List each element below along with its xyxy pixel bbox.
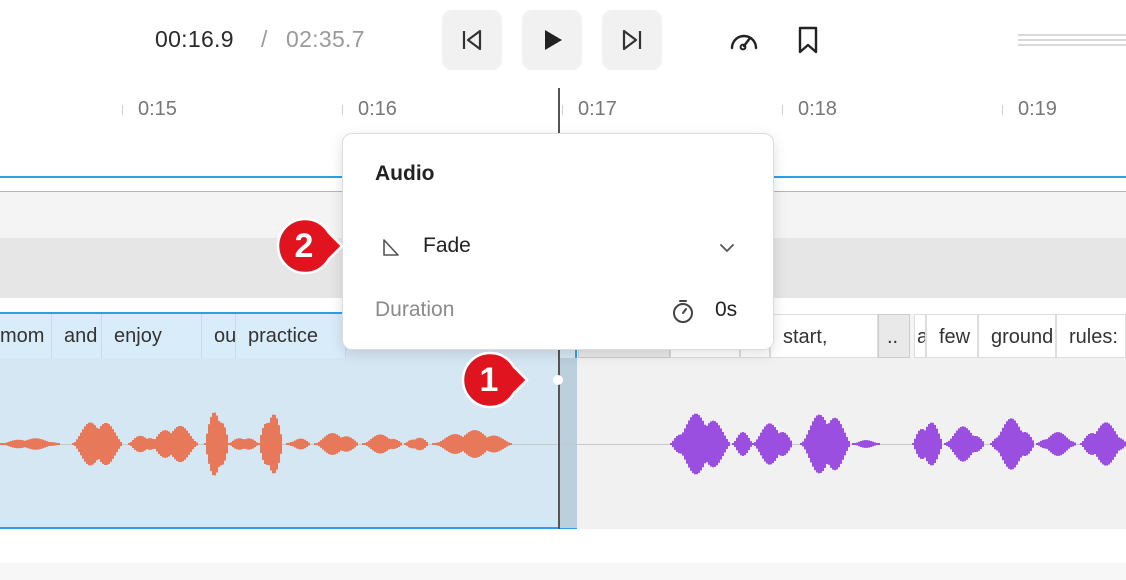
stopwatch-icon — [673, 300, 693, 323]
transcript-word[interactable]: start, — [770, 314, 878, 358]
timeline-footer — [0, 529, 1126, 564]
playback-speed-button[interactable] — [724, 20, 764, 60]
transcript-word[interactable]: ground — [978, 314, 1056, 358]
ruler-tick — [782, 105, 783, 115]
duration-label: Duration — [375, 298, 455, 321]
transcript-word[interactable]: few — [926, 314, 978, 358]
total-time: 02:35.7 — [286, 26, 365, 52]
duration-value[interactable]: 0s — [715, 298, 737, 322]
current-time: 00:16.9 — [155, 26, 234, 52]
ruler-label: 0:16 — [358, 98, 397, 120]
fade-dropdown[interactable]: Fade — [373, 222, 745, 272]
transcript-word[interactable]: .. — [878, 314, 910, 358]
play-icon — [545, 30, 562, 50]
transcript-word[interactable]: rules: — [1056, 314, 1126, 358]
ruler-label: 0:19 — [1018, 98, 1057, 120]
bookmark-button[interactable] — [788, 20, 828, 60]
transcript-word[interactable]: mom — [0, 314, 52, 358]
callout-marker-1: 1 — [461, 351, 529, 411]
timeline-footer-shadow — [0, 563, 1126, 580]
transcript-word[interactable]: practice — [236, 314, 346, 358]
callout-number: 2 — [294, 227, 314, 265]
callout-marker-2: 2 — [276, 217, 344, 277]
transcript-word[interactable]: enjoy — [102, 314, 202, 358]
menu-lines[interactable] — [1018, 34, 1126, 48]
skip-back-button[interactable] — [442, 10, 502, 70]
callout-number: 1 — [479, 361, 499, 399]
skip-back-icon — [462, 29, 482, 51]
ruler-label: 0:17 — [578, 98, 617, 120]
time-separator: / — [261, 26, 268, 52]
skip-forward-icon — [622, 29, 642, 51]
ruler-tick — [1002, 105, 1003, 115]
fade-triangle-icon — [383, 239, 399, 256]
bookmark-icon — [798, 26, 818, 54]
waveform-right — [670, 413, 1126, 475]
waveform-left — [0, 412, 512, 476]
ruler-tick — [122, 105, 123, 115]
fade-label: Fade — [423, 234, 471, 257]
chevron-down-icon — [720, 244, 734, 252]
ruler-tick — [562, 105, 563, 115]
fade-control-point[interactable] — [553, 375, 563, 385]
speed-gauge-icon — [730, 34, 758, 51]
ruler-label: 0:18 — [798, 98, 837, 120]
ruler-label: 0:15 — [138, 98, 177, 120]
skip-forward-button[interactable] — [602, 10, 662, 70]
audio-popup: Audio Fade Duration 0s — [342, 133, 774, 350]
ruler-tick — [342, 105, 343, 115]
waveform-display — [0, 412, 1126, 476]
play-button[interactable] — [522, 10, 582, 70]
transcript-word[interactable]: and — [52, 314, 102, 358]
popup-title: Audio — [375, 162, 435, 185]
transcript-word[interactable]: a — [914, 314, 926, 358]
transcript-word[interactable]: ou — [202, 314, 236, 358]
